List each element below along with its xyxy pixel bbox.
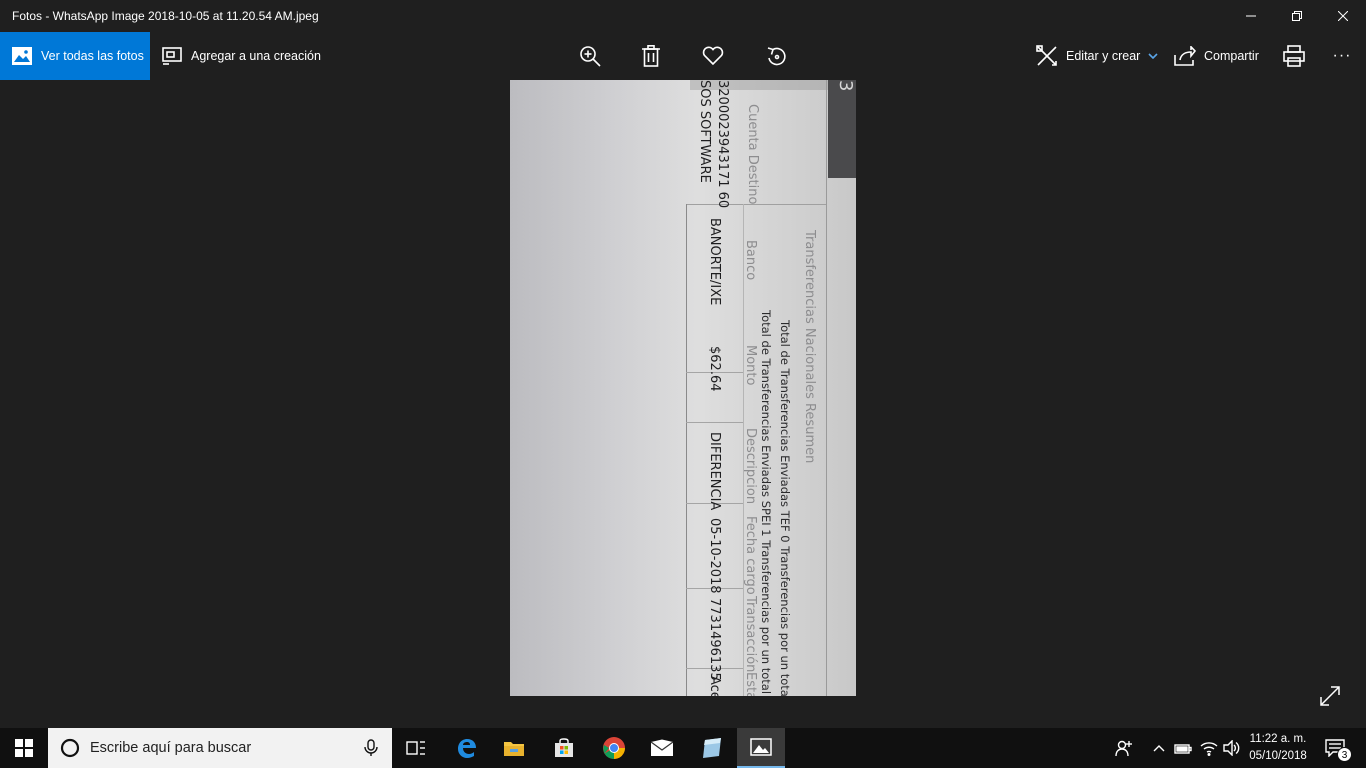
taskbar-chrome[interactable] [590,728,638,768]
zoom-button[interactable] [570,32,610,80]
photo-val-banco: BANORTE/IXE [707,218,722,306]
edit-pencil-icon [1036,45,1057,66]
notification-count-badge: 3 [1337,747,1352,762]
folder-icon [504,742,524,756]
clock[interactable]: 11:22 a. m. 05/10/2018 [1246,731,1310,765]
title-bar: Fotos - WhatsApp Image 2018-10-05 at 11.… [0,0,1366,32]
photo-line-spei: Total de Transferencias Enviadas SPEI 1 … [759,310,773,696]
trash-icon [642,45,660,67]
edit-create-button[interactable]: Editar y crear [1036,32,1158,80]
photo-col-estado: Esta [743,672,758,696]
photo-col-monto: Monto [743,345,758,386]
see-all-photos-button[interactable]: Ver todas las fotos [0,32,150,80]
minimize-button[interactable] [1228,0,1274,32]
chevron-up-icon [1153,745,1165,752]
mail-icon [650,739,674,756]
photo-val-estado: Ace [707,676,722,696]
people-icon [1115,740,1132,757]
taskbar-store[interactable] [540,728,588,768]
battery-icon [1174,744,1192,754]
taskbar-file-explorer[interactable] [490,728,538,768]
rotate-button[interactable] [756,32,796,80]
clock-date: 05/10/2018 [1249,750,1307,762]
photo-col-cuenta: Cuenta Destino [745,104,760,205]
photo-col-banco: Banco [743,240,758,281]
cortana-icon [60,738,80,758]
task-view-button[interactable] [392,728,440,768]
people-button[interactable] [1112,728,1136,768]
app-toolbar: Ver todas las fotos Agregar a una creaci… [0,32,1366,80]
photo-col-descripcion: Descripcion [743,428,758,505]
add-to-creation-label: Agregar a una creación [191,49,321,63]
photo-val-cuenta: 3200023943171 60 [715,80,730,209]
full-screen-button[interactable] [1318,684,1342,708]
photo-val-fecha: 05-10-2018 [707,518,722,594]
photo-col-transaccion: Transacción [743,596,758,673]
chevron-down-icon [1148,53,1158,59]
expand-icon [1320,686,1340,706]
close-button[interactable] [1320,0,1366,32]
wifi-icon [1200,742,1218,756]
photo-val-transaccion: 7731496135 [707,598,722,681]
restore-button[interactable] [1274,0,1320,32]
photo-corner-mark: 3 [835,80,856,92]
favorite-button[interactable] [693,32,733,80]
rotate-icon [767,47,786,66]
print-button[interactable] [1274,32,1314,80]
photo-val-monto: $62.64 [707,346,722,392]
show-hidden-icons-button[interactable] [1150,728,1168,768]
windows-logo-icon [15,739,33,757]
speaker-icon [1223,740,1240,756]
add-to-creation-button[interactable]: Agregar a una creación [162,32,321,80]
photo-val-nombre: SOS SOFTWARE [697,80,712,183]
search-box[interactable]: Escribe aquí para buscar [48,728,392,768]
photo-val-descripcion: DIFERENCIA [707,432,722,511]
taskbar-photos[interactable] [737,728,785,768]
taskbar-app[interactable] [688,728,736,768]
restore-icon [1292,11,1302,21]
photo-gallery-icon [12,47,32,65]
delete-button[interactable] [631,32,671,80]
photo-image[interactable]: 3 Transferencias Nacionales Resumen Tota… [510,80,856,696]
window-title: Fotos - WhatsApp Image 2018-10-05 at 11.… [12,9,319,23]
photos-app-icon [750,738,772,756]
share-button[interactable]: Compartir [1174,32,1259,80]
microphone-icon[interactable] [364,739,378,757]
more-options-button[interactable]: ··· [1322,32,1362,80]
photo-dark-corner [828,80,856,178]
app-icon [703,738,721,758]
chrome-icon [603,737,625,759]
search-placeholder: Escribe aquí para buscar [90,740,252,756]
clock-time: 11:22 a. m. [1249,733,1307,745]
volume-button[interactable] [1220,728,1244,768]
share-icon [1174,46,1196,66]
heart-icon [702,46,724,66]
share-label: Compartir [1204,49,1259,63]
photo-line-tef: Total de Transferencias Enviadas TEF 0 T… [778,320,792,696]
taskbar: Escribe aquí para buscar 11:22 a. m. 05/… [0,728,1366,768]
photo-viewer: 3 Transferencias Nacionales Resumen Tota… [0,80,1366,728]
see-all-photos-label: Ver todas las fotos [41,49,144,63]
start-button[interactable] [0,728,48,768]
zoom-in-icon [580,46,601,67]
close-icon [1338,11,1348,21]
action-center-button[interactable]: 3 [1320,728,1352,768]
task-view-icon [406,741,425,755]
minimize-icon [1246,15,1256,17]
store-bag-icon [555,738,573,757]
photo-col-fecha: Fecha cargo [743,516,758,595]
network-button[interactable] [1198,728,1220,768]
battery-button[interactable] [1172,728,1194,768]
add-creation-icon [162,47,182,65]
printer-icon [1283,45,1305,67]
taskbar-mail[interactable] [638,728,686,768]
edge-browser-icon [458,739,476,758]
photo-header: Transferencias Nacionales Resumen [802,230,817,464]
edit-create-label: Editar y crear [1066,49,1141,63]
taskbar-edge[interactable] [442,728,490,768]
